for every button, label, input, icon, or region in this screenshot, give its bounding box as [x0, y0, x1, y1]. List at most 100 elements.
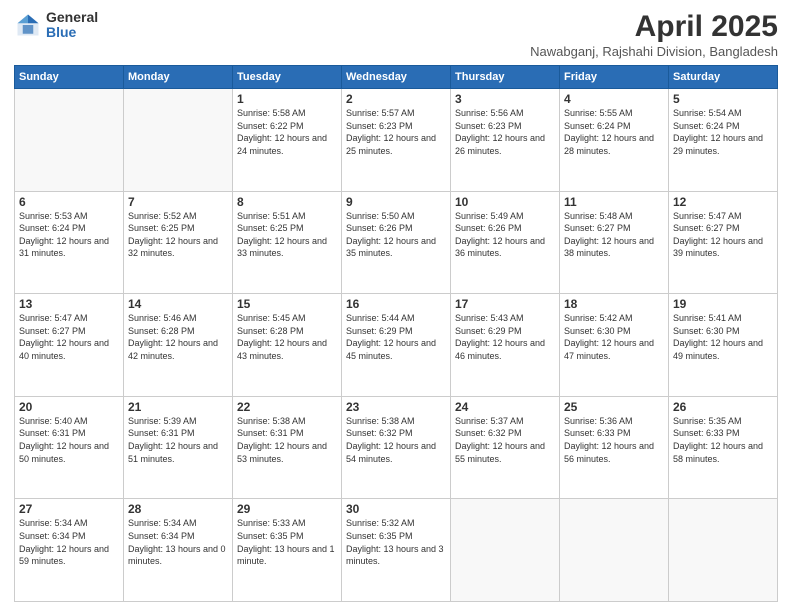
week-row-3: 13Sunrise: 5:47 AMSunset: 6:27 PMDayligh… — [15, 294, 778, 397]
day-detail: Sunrise: 5:40 AMSunset: 6:31 PMDaylight:… — [19, 415, 119, 465]
day-cell — [15, 89, 124, 192]
day-cell: 3Sunrise: 5:56 AMSunset: 6:23 PMDaylight… — [451, 89, 560, 192]
week-row-1: 1Sunrise: 5:58 AMSunset: 6:22 PMDaylight… — [15, 89, 778, 192]
day-number: 29 — [237, 502, 337, 516]
day-detail: Sunrise: 5:33 AMSunset: 6:35 PMDaylight:… — [237, 517, 337, 567]
calendar-table: Sunday Monday Tuesday Wednesday Thursday… — [14, 65, 778, 602]
page-header: General Blue April 2025 Nawabganj, Rajsh… — [14, 10, 778, 59]
day-number: 18 — [564, 297, 664, 311]
day-detail: Sunrise: 5:55 AMSunset: 6:24 PMDaylight:… — [564, 107, 664, 157]
calendar-page: General Blue April 2025 Nawabganj, Rajsh… — [0, 0, 792, 612]
day-cell: 23Sunrise: 5:38 AMSunset: 6:32 PMDayligh… — [342, 396, 451, 499]
day-number: 3 — [455, 92, 555, 106]
day-cell: 30Sunrise: 5:32 AMSunset: 6:35 PMDayligh… — [342, 499, 451, 602]
day-detail: Sunrise: 5:32 AMSunset: 6:35 PMDaylight:… — [346, 517, 446, 567]
day-number: 28 — [128, 502, 228, 516]
day-detail: Sunrise: 5:45 AMSunset: 6:28 PMDaylight:… — [237, 312, 337, 362]
logo: General Blue — [14, 10, 98, 41]
day-detail: Sunrise: 5:49 AMSunset: 6:26 PMDaylight:… — [455, 210, 555, 260]
logo-text: General Blue — [46, 10, 98, 41]
day-cell: 18Sunrise: 5:42 AMSunset: 6:30 PMDayligh… — [560, 294, 669, 397]
header-sunday: Sunday — [15, 66, 124, 89]
day-number: 24 — [455, 400, 555, 414]
day-cell: 15Sunrise: 5:45 AMSunset: 6:28 PMDayligh… — [233, 294, 342, 397]
logo-icon — [14, 11, 42, 39]
day-number: 27 — [19, 502, 119, 516]
day-cell: 10Sunrise: 5:49 AMSunset: 6:26 PMDayligh… — [451, 191, 560, 294]
day-cell: 7Sunrise: 5:52 AMSunset: 6:25 PMDaylight… — [124, 191, 233, 294]
day-cell — [669, 499, 778, 602]
day-detail: Sunrise: 5:38 AMSunset: 6:32 PMDaylight:… — [346, 415, 446, 465]
day-cell: 11Sunrise: 5:48 AMSunset: 6:27 PMDayligh… — [560, 191, 669, 294]
day-cell: 8Sunrise: 5:51 AMSunset: 6:25 PMDaylight… — [233, 191, 342, 294]
day-cell: 2Sunrise: 5:57 AMSunset: 6:23 PMDaylight… — [342, 89, 451, 192]
day-detail: Sunrise: 5:41 AMSunset: 6:30 PMDaylight:… — [673, 312, 773, 362]
day-number: 30 — [346, 502, 446, 516]
day-detail: Sunrise: 5:39 AMSunset: 6:31 PMDaylight:… — [128, 415, 228, 465]
day-number: 14 — [128, 297, 228, 311]
month-year-title: April 2025 — [530, 10, 778, 44]
day-detail: Sunrise: 5:46 AMSunset: 6:28 PMDaylight:… — [128, 312, 228, 362]
day-detail: Sunrise: 5:34 AMSunset: 6:34 PMDaylight:… — [128, 517, 228, 567]
header-friday: Friday — [560, 66, 669, 89]
day-number: 5 — [673, 92, 773, 106]
day-cell: 28Sunrise: 5:34 AMSunset: 6:34 PMDayligh… — [124, 499, 233, 602]
day-number: 26 — [673, 400, 773, 414]
title-section: April 2025 Nawabganj, Rajshahi Division,… — [530, 10, 778, 59]
day-detail: Sunrise: 5:58 AMSunset: 6:22 PMDaylight:… — [237, 107, 337, 157]
week-row-5: 27Sunrise: 5:34 AMSunset: 6:34 PMDayligh… — [15, 499, 778, 602]
day-detail: Sunrise: 5:50 AMSunset: 6:26 PMDaylight:… — [346, 210, 446, 260]
day-detail: Sunrise: 5:34 AMSunset: 6:34 PMDaylight:… — [19, 517, 119, 567]
header-thursday: Thursday — [451, 66, 560, 89]
day-cell: 21Sunrise: 5:39 AMSunset: 6:31 PMDayligh… — [124, 396, 233, 499]
week-row-4: 20Sunrise: 5:40 AMSunset: 6:31 PMDayligh… — [15, 396, 778, 499]
day-number: 19 — [673, 297, 773, 311]
day-detail: Sunrise: 5:37 AMSunset: 6:32 PMDaylight:… — [455, 415, 555, 465]
day-number: 20 — [19, 400, 119, 414]
day-number: 22 — [237, 400, 337, 414]
day-detail: Sunrise: 5:47 AMSunset: 6:27 PMDaylight:… — [19, 312, 119, 362]
day-number: 13 — [19, 297, 119, 311]
day-number: 12 — [673, 195, 773, 209]
day-detail: Sunrise: 5:57 AMSunset: 6:23 PMDaylight:… — [346, 107, 446, 157]
day-number: 9 — [346, 195, 446, 209]
day-detail: Sunrise: 5:54 AMSunset: 6:24 PMDaylight:… — [673, 107, 773, 157]
day-number: 1 — [237, 92, 337, 106]
day-cell: 1Sunrise: 5:58 AMSunset: 6:22 PMDaylight… — [233, 89, 342, 192]
week-row-2: 6Sunrise: 5:53 AMSunset: 6:24 PMDaylight… — [15, 191, 778, 294]
header-wednesday: Wednesday — [342, 66, 451, 89]
day-cell: 24Sunrise: 5:37 AMSunset: 6:32 PMDayligh… — [451, 396, 560, 499]
day-number: 6 — [19, 195, 119, 209]
day-cell: 4Sunrise: 5:55 AMSunset: 6:24 PMDaylight… — [560, 89, 669, 192]
day-detail: Sunrise: 5:38 AMSunset: 6:31 PMDaylight:… — [237, 415, 337, 465]
day-cell — [560, 499, 669, 602]
day-number: 2 — [346, 92, 446, 106]
day-number: 10 — [455, 195, 555, 209]
day-cell: 6Sunrise: 5:53 AMSunset: 6:24 PMDaylight… — [15, 191, 124, 294]
day-number: 11 — [564, 195, 664, 209]
day-cell: 20Sunrise: 5:40 AMSunset: 6:31 PMDayligh… — [15, 396, 124, 499]
day-detail: Sunrise: 5:53 AMSunset: 6:24 PMDaylight:… — [19, 210, 119, 260]
day-number: 4 — [564, 92, 664, 106]
day-number: 23 — [346, 400, 446, 414]
day-number: 7 — [128, 195, 228, 209]
day-detail: Sunrise: 5:51 AMSunset: 6:25 PMDaylight:… — [237, 210, 337, 260]
day-cell: 14Sunrise: 5:46 AMSunset: 6:28 PMDayligh… — [124, 294, 233, 397]
day-detail: Sunrise: 5:35 AMSunset: 6:33 PMDaylight:… — [673, 415, 773, 465]
day-cell: 16Sunrise: 5:44 AMSunset: 6:29 PMDayligh… — [342, 294, 451, 397]
day-cell: 5Sunrise: 5:54 AMSunset: 6:24 PMDaylight… — [669, 89, 778, 192]
day-cell — [124, 89, 233, 192]
header-monday: Monday — [124, 66, 233, 89]
day-number: 25 — [564, 400, 664, 414]
day-number: 16 — [346, 297, 446, 311]
logo-blue-text: Blue — [46, 25, 98, 40]
header-saturday: Saturday — [669, 66, 778, 89]
day-number: 17 — [455, 297, 555, 311]
logo-general-text: General — [46, 10, 98, 25]
header-tuesday: Tuesday — [233, 66, 342, 89]
day-cell: 27Sunrise: 5:34 AMSunset: 6:34 PMDayligh… — [15, 499, 124, 602]
day-detail: Sunrise: 5:48 AMSunset: 6:27 PMDaylight:… — [564, 210, 664, 260]
day-cell: 19Sunrise: 5:41 AMSunset: 6:30 PMDayligh… — [669, 294, 778, 397]
day-number: 21 — [128, 400, 228, 414]
day-cell: 17Sunrise: 5:43 AMSunset: 6:29 PMDayligh… — [451, 294, 560, 397]
